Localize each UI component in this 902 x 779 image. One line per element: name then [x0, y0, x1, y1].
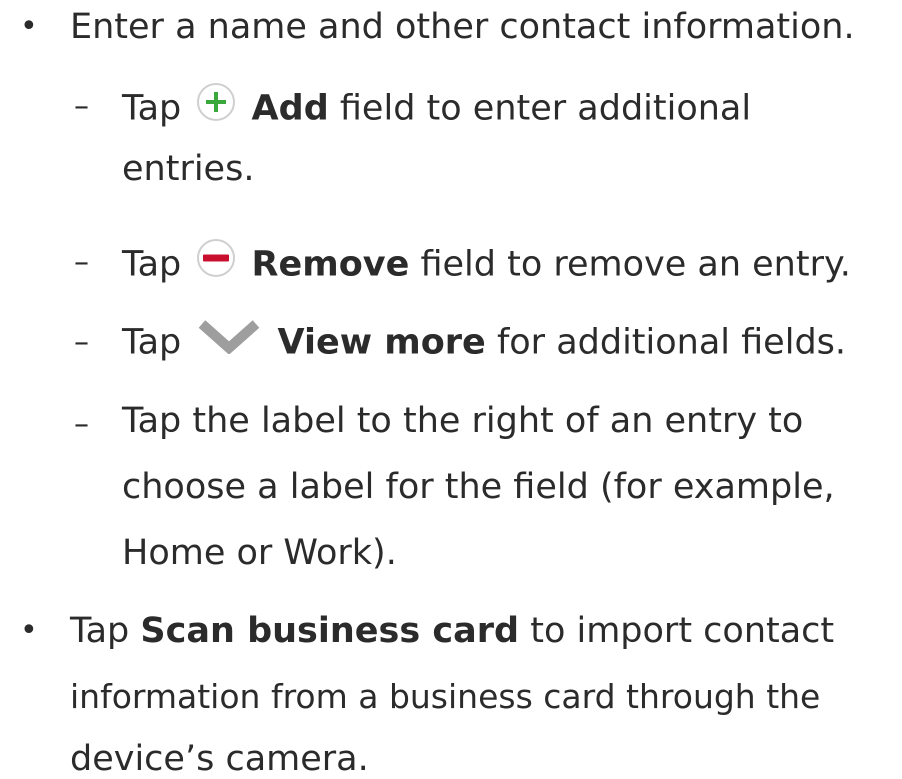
instruction-add-field: Tap Add field to enter additional — [122, 83, 752, 133]
tap-word: Tap — [122, 244, 182, 285]
remove-suffix: field to remove an entry. — [420, 244, 851, 285]
add-label: Add — [251, 88, 329, 129]
instruction-scan-card: Tap Scan business card to import contact — [70, 614, 834, 649]
tap-word: Tap — [70, 611, 130, 651]
remove-label: Remove — [251, 244, 410, 285]
bullet-marker: • — [20, 613, 38, 648]
instruction-add-field-line2: entries. — [122, 149, 255, 189]
instruction-label-line1: Tap the label to the right of an entry t… — [122, 401, 804, 441]
add-suffix: field to enter additional — [339, 88, 752, 129]
instruction-label-line2: choose a label for the field (for exampl… — [122, 467, 835, 507]
dash-marker: – — [74, 89, 89, 124]
dash-marker: – — [74, 245, 89, 280]
dash-marker: – — [74, 407, 89, 442]
instruction-label-line3: Home or Work). — [122, 533, 397, 573]
instruction-scan-card-line2: information from a business card through… — [70, 677, 821, 716]
tap-word: Tap — [122, 322, 182, 363]
view-more-suffix: for additional fields. — [496, 322, 847, 363]
remove-circle-icon — [196, 238, 236, 285]
view-more-label: View more — [277, 322, 486, 363]
dash-marker: – — [74, 325, 89, 360]
scan-card-label: Scan business card — [140, 611, 520, 651]
instruction-view-more: Tap View more for additional fields. — [122, 320, 847, 365]
tap-word: Tap — [122, 88, 182, 129]
chevron-down-icon — [196, 318, 262, 361]
instruction-enter-name: Enter a name and other contact informati… — [70, 7, 855, 47]
add-circle-icon — [196, 82, 236, 129]
scan-card-suffix: to import contact — [530, 611, 835, 651]
bullet-marker: • — [20, 9, 38, 44]
instruction-remove-field: Tap Remove field to remove an entry. — [122, 239, 851, 289]
